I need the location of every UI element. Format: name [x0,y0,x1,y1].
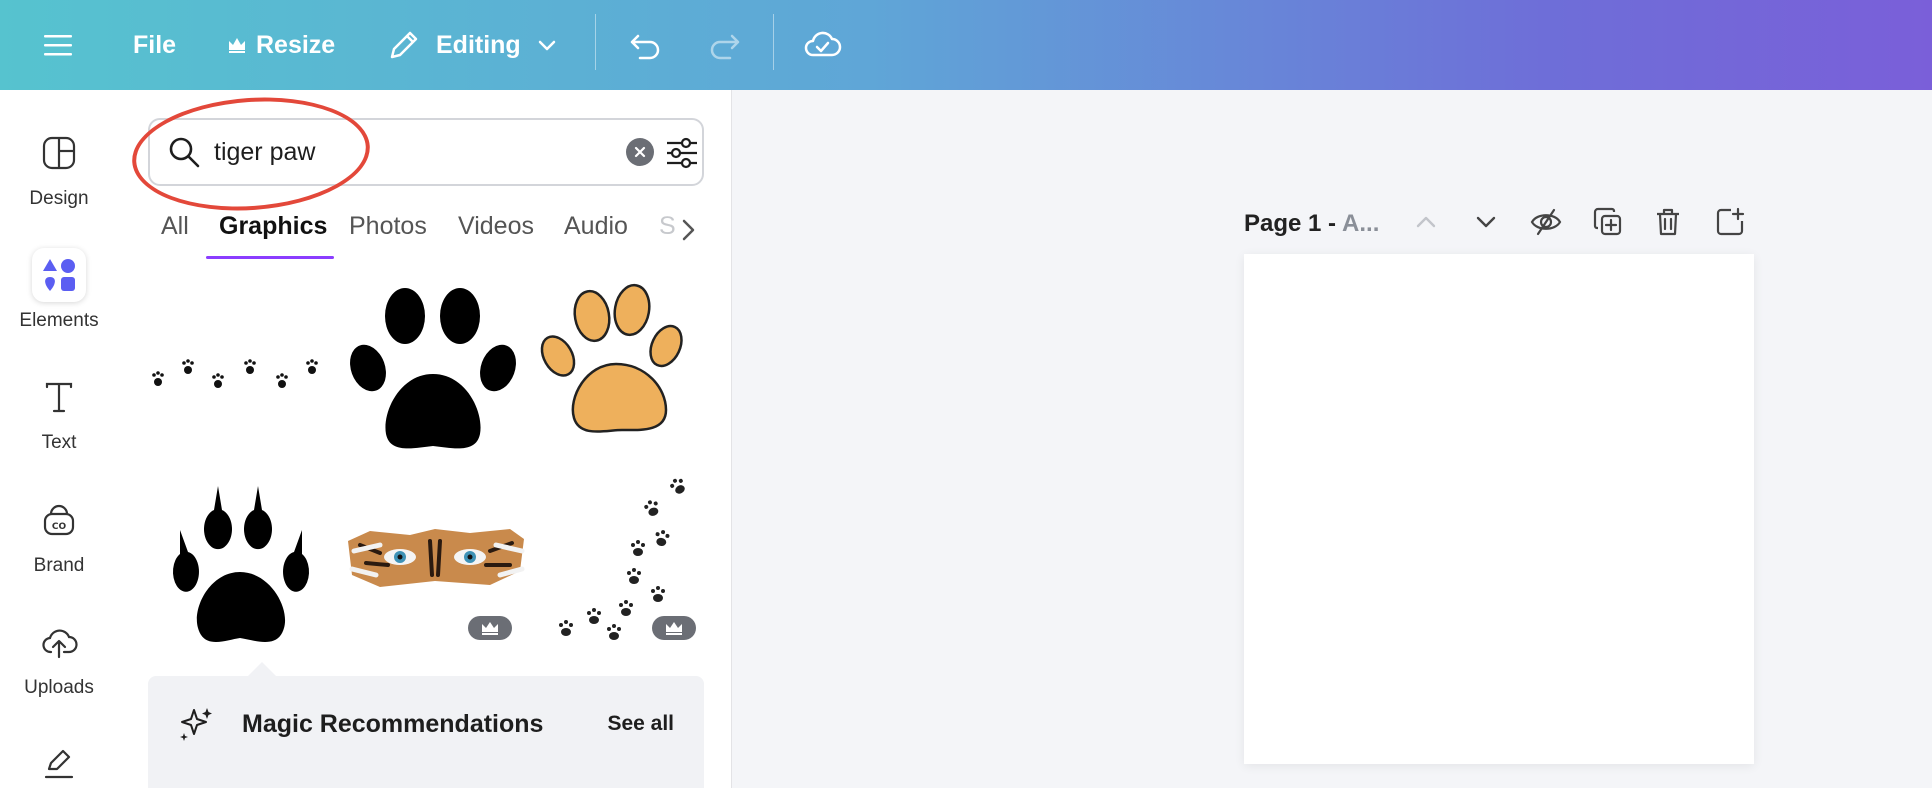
page-header: Page 1 - A... [1244,204,1379,244]
claw-paw-graphic [172,486,310,642]
layout-icon [32,126,86,180]
crown-icon [482,622,498,635]
chevron-right-icon [682,219,695,241]
filter-button[interactable] [662,134,702,172]
tab-stickers[interactable]: S [659,212,676,241]
delete-page-button[interactable] [1648,200,1688,244]
search-input[interactable] [214,134,594,170]
menu-button[interactable] [40,0,76,90]
rail-item-draw[interactable] [0,736,118,788]
chevron-up-icon [1416,216,1436,228]
tab-graphics[interactable]: Graphics [219,212,327,241]
chevron-down-icon [1476,216,1496,228]
editing-mode-dropdown[interactable]: Editing [386,0,559,90]
rail-label: Text [41,432,77,453]
move-page-down-button[interactable] [1466,200,1506,244]
rail-item-elements[interactable]: Elements [0,248,118,332]
resize-button[interactable]: Resize [226,0,335,90]
premium-badge [652,616,696,640]
add-page-icon [1716,207,1745,236]
file-menu-button[interactable]: File [133,0,176,90]
undo-icon [630,34,660,60]
editing-label: Editing [436,30,521,59]
orange-paw-graphic [540,283,683,433]
cloud-check-icon [804,31,842,57]
tab-photos[interactable]: Photos [349,212,427,241]
add-page-button[interactable] [1710,200,1750,244]
top-toolbar: File Resize Editing [0,0,1932,90]
see-all-link[interactable]: See all [607,712,674,736]
tab-all[interactable]: All [161,212,189,241]
duplicate-page-button[interactable] [1588,200,1628,244]
rail-label: Elements [19,310,99,331]
rail-item-uploads[interactable]: Uploads [0,615,118,699]
shapes-icon [32,248,86,302]
magic-recommendations: Magic Recommendations See all [148,662,704,788]
tabs-next-button[interactable] [676,216,700,244]
svg-text:CO: CO [52,522,67,532]
graphic-result-paw-path[interactable] [526,468,706,654]
premium-badge [468,616,512,640]
undo-button[interactable] [626,0,664,90]
page-title[interactable]: Page 1 - [1244,210,1336,238]
rail-label: Design [29,188,89,209]
hide-page-button[interactable] [1526,200,1566,244]
save-status-button[interactable] [802,0,842,90]
left-rail: Design Elements Text CO Brand Uploads [0,90,118,788]
draw-icon [32,736,86,788]
redo-icon [710,34,740,60]
search-box [148,118,704,186]
crown-icon [666,622,682,635]
graphic-result-paw-trail[interactable] [146,290,336,456]
rail-label: Uploads [24,677,94,698]
graphic-result-orange-paw[interactable] [526,280,706,450]
close-icon [634,146,646,158]
elements-panel: All Graphics Photos Videos Audio S [118,89,732,788]
rail-label: Brand [33,555,85,576]
magic-recommendations-title: Magic Recommendations [242,710,544,738]
clear-search-button[interactable] [626,138,654,166]
search-icon [169,137,200,168]
sliders-icon [667,137,697,169]
page-title-placeholder[interactable]: A... [1342,210,1379,238]
cloud-upload-icon [32,615,86,669]
result-tabs: All Graphics Photos Videos Audio S [118,202,732,264]
resize-label: Resize [256,30,336,59]
move-page-up-button[interactable] [1406,200,1446,244]
sparkles-icon [180,708,212,741]
crown-icon [229,38,245,53]
brand-kit-icon: CO [32,493,86,547]
recommendation-pointer [248,662,276,676]
chevron-down-icon [538,40,555,51]
rail-item-brand[interactable]: CO Brand [0,493,118,577]
text-icon [32,370,86,424]
eye-slash-icon [1530,208,1562,236]
paw-trail-graphic [152,359,318,388]
tiger-eyes-graphic [348,529,525,587]
rail-item-text[interactable]: Text [0,370,118,454]
active-tab-indicator [206,256,334,259]
black-paw-graphic [350,288,516,449]
tab-videos[interactable]: Videos [458,212,534,241]
design-page-canvas[interactable] [1244,254,1754,764]
rail-item-design[interactable]: Design [0,126,118,210]
redo-button[interactable] [706,0,744,90]
hamburger-icon [44,35,72,56]
trash-icon [1657,208,1679,236]
graphic-result-tiger-eyes[interactable] [340,468,530,654]
toolbar-divider [595,14,596,70]
graphic-result-claw-paw[interactable] [146,468,336,654]
toolbar-divider [773,14,774,70]
graphic-result-black-paw[interactable] [340,282,530,460]
tab-audio[interactable]: Audio [564,212,628,241]
pencil-icon [390,31,418,59]
duplicate-icon [1593,207,1622,236]
